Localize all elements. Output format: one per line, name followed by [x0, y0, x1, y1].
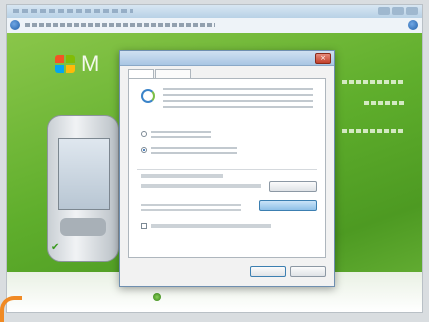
radio-option-1-label	[151, 130, 211, 139]
radio-option-2-label	[151, 146, 237, 155]
check-icon: ✔	[51, 242, 60, 253]
sync-settings-dialog: ×	[119, 50, 335, 287]
option-checkbox-label	[151, 224, 271, 228]
radio-option-1[interactable]	[141, 131, 147, 137]
divider	[137, 169, 317, 170]
info-text-line	[342, 80, 404, 84]
cancel-button[interactable]	[290, 266, 326, 277]
dialog-tabs	[128, 69, 192, 78]
close-icon[interactable]: ×	[315, 53, 331, 64]
connect-button[interactable]	[259, 200, 317, 211]
back-icon[interactable]	[10, 20, 20, 30]
corner-decoration	[0, 296, 22, 322]
status-icon	[153, 293, 161, 301]
window-controls	[378, 7, 418, 15]
option-checkbox[interactable]	[141, 223, 147, 229]
sync-icon	[141, 89, 155, 103]
close-window-button[interactable]	[406, 7, 418, 15]
description-text	[163, 87, 313, 109]
radio-option-2[interactable]	[141, 147, 147, 153]
navigation-text	[25, 23, 215, 27]
tab-general[interactable]	[128, 69, 154, 78]
info-text-line	[342, 129, 404, 133]
info-text-line	[364, 101, 404, 105]
tab-other[interactable]	[155, 69, 191, 78]
help-icon[interactable]	[408, 20, 418, 30]
mobile-device-image	[47, 115, 119, 262]
windows-logo-icon	[55, 55, 77, 75]
window-title	[13, 9, 133, 13]
connection-text	[141, 203, 241, 212]
dialog-panel	[128, 78, 326, 258]
navigation-bar	[7, 18, 422, 34]
maximize-button[interactable]	[392, 7, 404, 15]
section-heading	[141, 174, 223, 178]
title-bar	[7, 5, 422, 18]
minimize-button[interactable]	[378, 7, 390, 15]
ok-button[interactable]	[250, 266, 286, 277]
settings-button[interactable]	[269, 181, 317, 192]
dialog-title-bar: ×	[120, 51, 334, 66]
brand-text: M	[81, 51, 100, 76]
section-text	[141, 184, 261, 188]
app-window: M ✔ ×	[6, 4, 423, 313]
